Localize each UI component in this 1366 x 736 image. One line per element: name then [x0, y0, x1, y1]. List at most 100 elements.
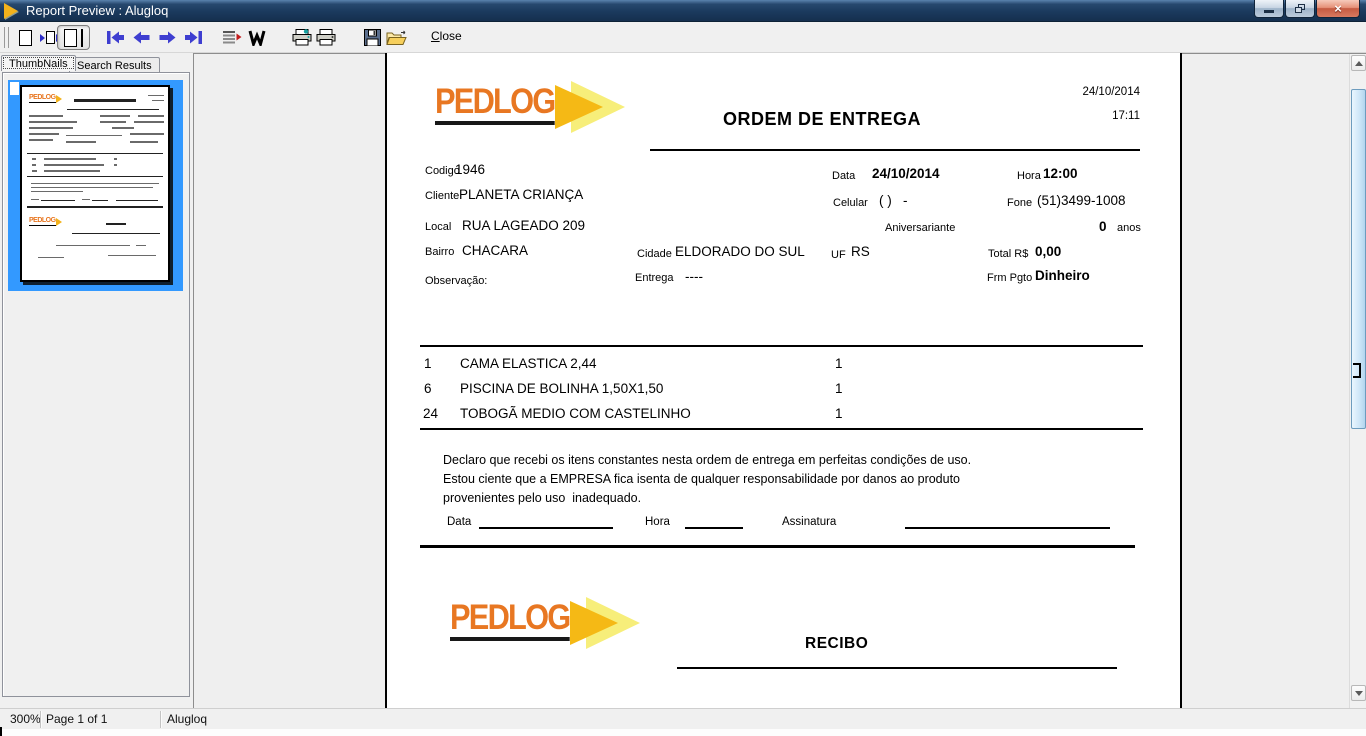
- scroll-up-icon: [1355, 61, 1363, 66]
- thumb-content-line: [29, 133, 59, 135]
- zoom-100-button[interactable]: [57, 25, 90, 50]
- thumb-content-line: [100, 115, 130, 117]
- save-report-button[interactable]: [360, 25, 384, 50]
- search-icon: [248, 30, 266, 46]
- print-button[interactable]: [314, 25, 338, 50]
- thumb-content-line: [66, 135, 122, 136]
- item-code: 6: [424, 381, 432, 396]
- uf-value: RS: [851, 244, 870, 259]
- tab-search-results[interactable]: Search Results: [69, 57, 160, 73]
- next-page-button[interactable]: [156, 25, 178, 50]
- celular-label: Celular: [833, 197, 868, 209]
- uf-label: UF: [831, 249, 846, 261]
- whole-page-icon: [19, 30, 32, 46]
- thumb-content-line: [106, 223, 126, 225]
- scroll-up-button[interactable]: [1351, 55, 1366, 71]
- idade-unit: anos: [1117, 222, 1141, 234]
- vertical-scrollbar[interactable]: [1349, 54, 1366, 708]
- thumb-content-line: [74, 99, 136, 102]
- thumb-content-line: [130, 141, 158, 143]
- app-icon: [4, 3, 18, 19]
- item-description: CAMA ELASTICA 2,44: [460, 356, 597, 371]
- print-icon: [316, 29, 336, 46]
- items-top-rule: [420, 345, 1143, 347]
- printer-setup-button[interactable]: [290, 25, 314, 50]
- window-title: Report Preview : Alugloq: [26, 3, 168, 18]
- cidade-label: Cidade: [637, 248, 672, 260]
- hora-value: 12:00: [1043, 166, 1078, 181]
- report-title: ORDEM DE ENTREGA: [723, 109, 921, 130]
- load-report-button[interactable]: [383, 25, 409, 50]
- aniversariante-label: Aniversariante: [885, 222, 955, 234]
- page-thumbnail[interactable]: PEDLOG: [20, 85, 170, 282]
- observacao-label: Observação:: [425, 275, 487, 287]
- pedlog-logo-text: PEDLOG: [435, 84, 555, 125]
- signature-assinatura-line: [905, 527, 1110, 529]
- scroll-down-button[interactable]: [1351, 685, 1366, 701]
- thumb-content-line: [29, 139, 53, 141]
- search-button[interactable]: [246, 25, 268, 50]
- tab-thumbnails-label: ThumbNails: [9, 58, 68, 70]
- entrega-value: ----: [685, 269, 703, 284]
- thumb-content-line: [108, 255, 156, 256]
- total-label: Total R$: [988, 248, 1028, 260]
- signature-assinatura-label: Assinatura: [782, 516, 836, 528]
- close-window-button[interactable]: ×: [1316, 0, 1360, 18]
- sidebar: ThumbNails Search Results PEDLOG: [0, 53, 193, 708]
- cliente-label: Cliente: [425, 190, 459, 202]
- close-preview-button[interactable]: Close: [431, 29, 462, 43]
- cliente-value: PLANETA CRIANÇA: [459, 187, 583, 202]
- thumb-content-line: [44, 158, 96, 160]
- titlebar: Report Preview : Alugloq ×: [0, 0, 1366, 22]
- thumb-content-line: [31, 187, 153, 188]
- items-bottom-rule: [420, 428, 1143, 430]
- page-indicator: Page 1 of 1: [46, 712, 107, 726]
- thumb-content-line: [31, 191, 83, 192]
- last-page-button[interactable]: [182, 25, 204, 50]
- first-page-button[interactable]: [104, 25, 126, 50]
- previous-page-icon: [132, 30, 151, 45]
- cidade-value: ELDORADO DO SUL: [675, 244, 805, 259]
- restore-button[interactable]: [1285, 0, 1315, 18]
- total-value: 0,00: [1035, 244, 1061, 259]
- minimize-button[interactable]: [1254, 0, 1284, 18]
- thumb-content-line: [72, 233, 160, 234]
- signature-data-label: Data: [447, 516, 471, 528]
- toolbar: Close: [0, 22, 1366, 53]
- goto-page-button[interactable]: [221, 25, 243, 50]
- restore-icon: [1295, 4, 1305, 13]
- fone-value: (51)3499-1008: [1037, 193, 1126, 208]
- signature-hora-line: [685, 527, 743, 529]
- zoom-whole-page-button[interactable]: [13, 25, 37, 50]
- thumb-content-line: [38, 257, 64, 258]
- thumb-content-line: [67, 109, 159, 110]
- item-code: 1: [424, 356, 432, 371]
- page-right-edge: [1180, 53, 1182, 708]
- signature-hora-label: Hora: [645, 516, 670, 528]
- item-description: TOBOGÃ MEDIO COM CASTELINHO: [460, 406, 691, 421]
- thumb-content-line: [152, 100, 164, 101]
- thumbnails-panel[interactable]: PEDLOG: [2, 72, 190, 697]
- item-qty: 1: [835, 406, 843, 421]
- thumb-content-line: [114, 158, 117, 160]
- data-label: Data: [832, 170, 855, 182]
- item-qty: 1: [835, 356, 843, 371]
- thumb-content-line: [82, 199, 90, 200]
- thumb-content-line: [56, 245, 130, 246]
- thumb-logo: PEDLOG: [29, 217, 62, 226]
- thumbnail-notch: [10, 82, 19, 95]
- scrollbar-thumb[interactable]: [1351, 89, 1366, 429]
- pedlog-logo-arrow: [555, 81, 627, 135]
- toolbar-grip[interactable]: [4, 27, 9, 48]
- statusbar-separator: [40, 711, 41, 728]
- signature-data-line: [479, 527, 613, 529]
- item-qty: 1: [835, 381, 843, 396]
- tab-thumbnails[interactable]: ThumbNails: [1, 55, 76, 71]
- thumb-content-line: [32, 158, 36, 160]
- thumb-content-line: [27, 153, 163, 154]
- previous-page-button[interactable]: [130, 25, 152, 50]
- mouse-cursor: [1353, 363, 1361, 378]
- header-rule: [650, 149, 1140, 151]
- thumb-content-line: [32, 164, 36, 166]
- page-left-edge: [385, 53, 387, 708]
